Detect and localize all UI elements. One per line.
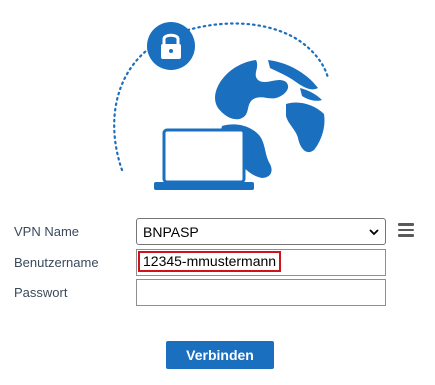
- vpn-name-label: VPN Name: [14, 224, 80, 239]
- vpn-name-selected-value: BNPASP: [143, 224, 199, 240]
- vpn-name-select[interactable]: BNPASP: [136, 218, 386, 245]
- password-input[interactable]: [136, 279, 386, 306]
- laptop-icon: [154, 128, 254, 190]
- vpn-login-page: VPN Name Benutzername Passwort BNPASP 12…: [0, 0, 435, 385]
- chevron-down-icon: [369, 227, 379, 237]
- username-value: 12345-mmustermann: [138, 251, 282, 272]
- lock-icon: [147, 22, 195, 70]
- username-input[interactable]: 12345-mmustermann: [136, 249, 386, 276]
- username-label: Benutzername: [14, 255, 99, 270]
- vpn-illustration: [113, 22, 330, 190]
- hamburger-menu-icon[interactable]: [398, 223, 414, 237]
- connect-button[interactable]: Verbinden: [166, 341, 274, 369]
- password-label: Passwort: [14, 285, 68, 300]
